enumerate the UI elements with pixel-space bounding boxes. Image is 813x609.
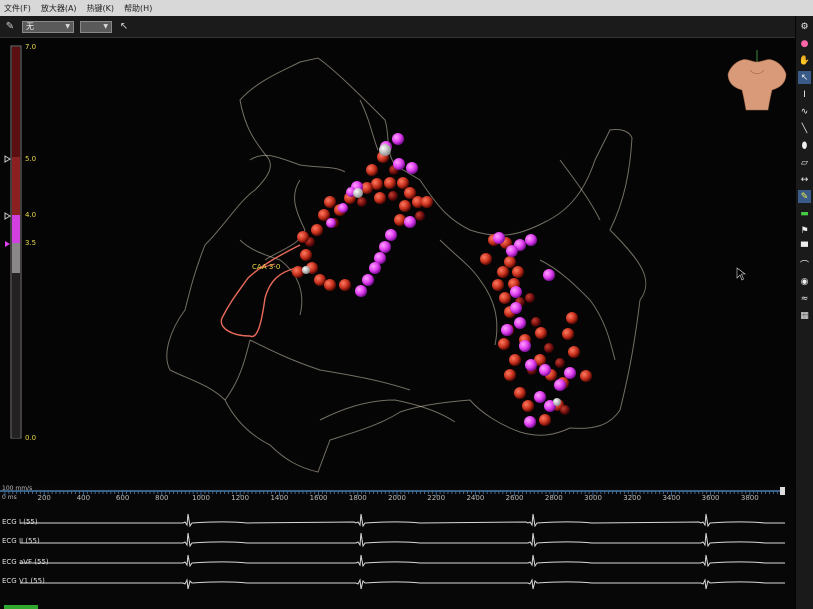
mouse-cursor-icon: [736, 267, 746, 281]
lead-label-i: ECG I (55): [2, 518, 38, 526]
eye-icon[interactable]: ◉: [798, 275, 811, 288]
toolbar: ✎ 无 ▼ ▼ ↖: [0, 16, 795, 38]
menu-bar: 文件(F) 放大器(A) 热键(K) 帮助(H): [0, 0, 813, 16]
catheter-icon[interactable]: ╲: [798, 122, 811, 135]
text-cursor-icon[interactable]: I: [798, 88, 811, 101]
torso-orientation-icon[interactable]: [727, 50, 787, 111]
ecg-trace: [20, 578, 785, 590]
eraser-icon[interactable]: ▱: [798, 156, 811, 169]
select-arrow-icon[interactable]: ↖: [798, 71, 811, 84]
brush-icon[interactable]: ✎: [4, 21, 16, 33]
menu-amplifier[interactable]: 放大器(A): [41, 3, 77, 14]
ecg-trace: [20, 532, 785, 548]
waveform-canvas: [0, 487, 785, 590]
menu-hotkeys[interactable]: 热键(K): [87, 3, 115, 14]
map-type-value: 无: [26, 22, 34, 31]
pointer-icon[interactable]: ↖: [118, 21, 130, 33]
ecg-trace: [20, 513, 785, 528]
cut-icon[interactable]: ▀: [798, 241, 811, 254]
gear-icon[interactable]: ⚙: [798, 20, 811, 33]
split-icon[interactable]: ▬: [798, 207, 811, 220]
waveform-panel: 100 mm/s 0 ms 200 400 600 800 1000 1200 1400 16…: [0, 485, 795, 609]
lead-label-v1: ECG V1 (55): [2, 577, 45, 585]
secondary-dropdown[interactable]: ▼: [80, 20, 112, 33]
map-label: CAA 3-0: [252, 263, 280, 271]
chevron-down-icon: ▼: [65, 23, 70, 30]
chevron-down-icon: ▼: [103, 23, 108, 30]
measure-icon[interactable]: ↔: [798, 173, 811, 186]
right-toolbar: ⚙ ● ✋ ↖ I ∿ ╲ ⬮ ▱ ↔ ✎ ▬ ⚑ ▀ ⌒ ◉ ≈ ▦: [796, 16, 813, 609]
map-type-dropdown[interactable]: 无 ▼: [22, 20, 74, 33]
lead-label-ii: ECG II (55): [2, 537, 40, 545]
map-viewport[interactable]: CAA 3-0: [0, 40, 795, 485]
dot-icon[interactable]: ●: [798, 37, 811, 50]
arc-icon[interactable]: ⌒: [798, 258, 811, 271]
paint-icon[interactable]: ✎: [798, 190, 811, 203]
ecg-trace: [20, 554, 785, 568]
chamber-shell: [166, 57, 647, 473]
ruler-handle[interactable]: [780, 487, 785, 495]
flag-icon[interactable]: ⚑: [798, 224, 811, 237]
curve-icon[interactable]: ∿: [798, 105, 811, 118]
wave-icon[interactable]: ≈: [798, 292, 811, 305]
hand-icon[interactable]: ✋: [798, 54, 811, 67]
lead-label-avf: ECG aVF (55): [2, 558, 49, 566]
layers-icon[interactable]: ▦: [798, 309, 811, 322]
status-indicator: [4, 605, 38, 609]
ablation-points: [292, 133, 592, 428]
ellipse-icon[interactable]: ⬮: [798, 139, 811, 152]
menu-file[interactable]: 文件(F): [4, 3, 31, 14]
catheter-trace: [220, 244, 301, 338]
menu-help[interactable]: 帮助(H): [124, 3, 152, 14]
